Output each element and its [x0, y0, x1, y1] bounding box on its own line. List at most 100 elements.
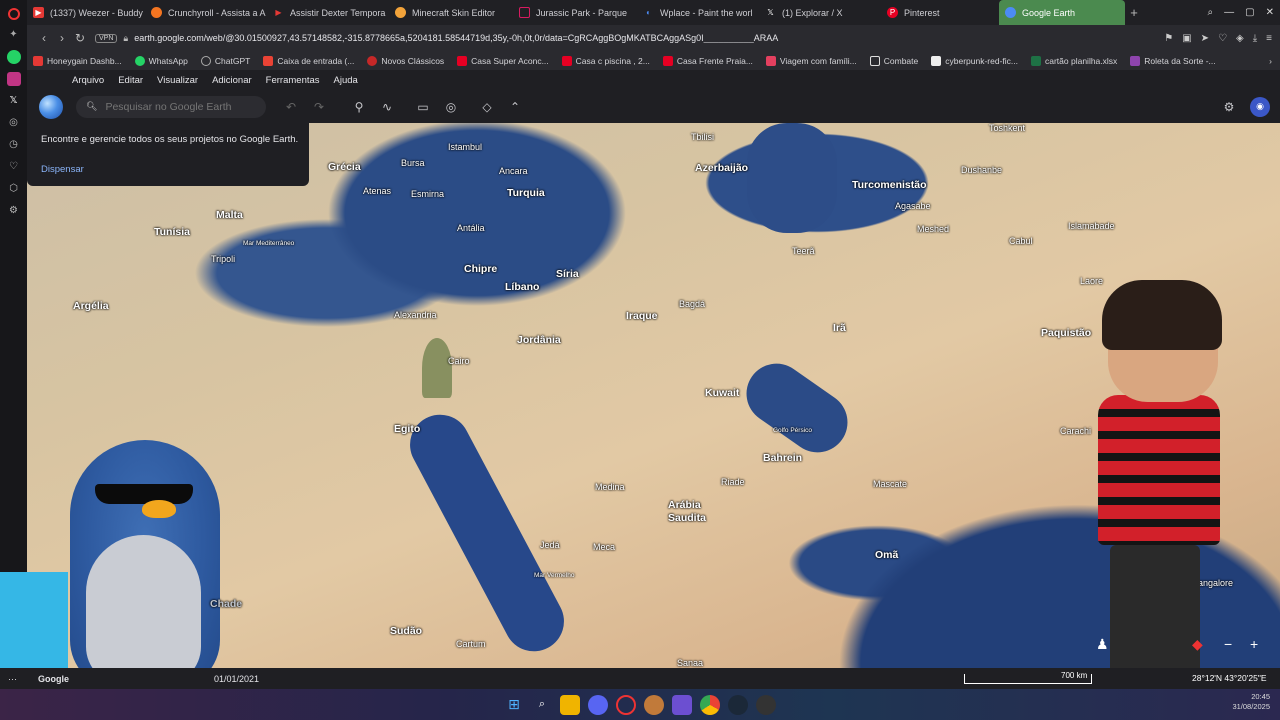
- search-input[interactable]: [105, 100, 256, 113]
- tab-wplace[interactable]: ◐ Wplace - Paint the worl: [637, 0, 759, 25]
- x-icon[interactable]: 𝕏: [7, 94, 21, 108]
- bookmark-item[interactable]: Casa c piscina , 2...: [561, 55, 650, 66]
- earth-logo-icon[interactable]: [39, 94, 63, 119]
- map-label: Paquistão: [1041, 327, 1092, 339]
- back-icon[interactable]: ‹: [35, 31, 53, 45]
- bookmark-label: Viagem com famíli...: [779, 55, 857, 66]
- close-icon[interactable]: ✕: [1266, 7, 1274, 18]
- settings-icon[interactable]: ⚙: [7, 204, 21, 218]
- bookmark-item[interactable]: Viagem com famíli...: [765, 55, 857, 66]
- player-icon[interactable]: ◎: [7, 116, 21, 130]
- collapse-icon[interactable]: ⌃: [508, 100, 522, 114]
- map-label: Atenas: [363, 186, 392, 196]
- map-label: Antália: [457, 223, 485, 233]
- app-icon[interactable]: [756, 694, 776, 715]
- layers-icon[interactable]: ◇: [480, 100, 494, 114]
- instagram-icon[interactable]: [6, 72, 21, 86]
- compass-icon[interactable]: ◆: [1192, 636, 1203, 653]
- bookmark-item[interactable]: cartão planilha.xlsx: [1031, 55, 1117, 66]
- menu-adicionar[interactable]: Adicionar: [212, 75, 252, 86]
- bookmark-item[interactable]: Casa Super Aconc...: [457, 55, 549, 66]
- dismiss-button[interactable]: Dispensar: [41, 164, 84, 175]
- search-icon[interactable]: ⌕: [532, 695, 552, 715]
- map-label: Ancara: [499, 166, 528, 176]
- tab-pinterest[interactable]: P Pinterest: [881, 0, 999, 25]
- bookmark-item[interactable]: cyberpunk-red-fic...: [931, 55, 1018, 66]
- reload-icon[interactable]: ↻: [71, 31, 89, 45]
- tab-x[interactable]: 𝕏 (1) Explorar / X: [759, 0, 881, 25]
- opera-logo-icon[interactable]: [7, 8, 20, 20]
- lock-icon[interactable]: 🔒︎: [123, 33, 128, 44]
- app-icon[interactable]: [672, 694, 692, 715]
- bookmark-item[interactable]: Combate: [869, 55, 918, 66]
- whatsapp-icon[interactable]: [6, 50, 21, 64]
- minimize-icon[interactable]: —: [1224, 7, 1234, 18]
- tab-jurassic[interactable]: Jurassic Park - Parque: [513, 0, 637, 25]
- ai-icon[interactable]: ✦: [7, 28, 21, 42]
- map-label: Turcomenistão: [852, 179, 927, 191]
- bookmark-item[interactable]: ChatGPT: [200, 55, 250, 66]
- discord-icon[interactable]: [588, 694, 608, 715]
- heart-icon[interactable]: ♡: [1218, 33, 1227, 44]
- tab-crunchyroll[interactable]: Crunchyroll - Assista a A: [145, 0, 267, 25]
- menu-arquivo[interactable]: Arquivo: [72, 75, 104, 86]
- bookmarks-icon[interactable]: ♡: [7, 160, 21, 174]
- maximize-icon[interactable]: ▢: [1245, 7, 1254, 18]
- penguin-beak: [142, 500, 176, 518]
- google-logo: Google: [38, 673, 69, 684]
- path-icon[interactable]: ∿: [380, 100, 394, 114]
- measure-icon[interactable]: ▭: [416, 100, 430, 114]
- placemark-icon[interactable]: ⚲: [352, 100, 366, 114]
- chatgpt-icon: [200, 55, 211, 66]
- map-label: Dushanbe: [961, 165, 1003, 175]
- tab-google-earth[interactable]: Google Earth: [999, 0, 1125, 25]
- tab-dexter[interactable]: ▶ Assistir Dexter Tempora: [267, 0, 389, 25]
- menu-icon[interactable]: ≡: [1266, 33, 1272, 44]
- start-icon[interactable]: ⊞: [504, 695, 524, 715]
- bookmark-item[interactable]: Casa Frente Praia...: [662, 55, 753, 66]
- more-options-icon[interactable]: ···: [8, 674, 28, 684]
- wallet-icon[interactable]: ◈: [1236, 33, 1244, 44]
- tab-label: (1) Explorar / X: [782, 7, 843, 18]
- tab-weezer[interactable]: ▶ (1337) Weezer - Buddy H: [27, 0, 145, 25]
- send-icon[interactable]: ➤: [1201, 33, 1209, 44]
- tab-minecraft[interactable]: Minecraft Skin Editor: [389, 0, 513, 25]
- extensions-icon[interactable]: ⬡: [7, 182, 21, 196]
- file-explorer-icon[interactable]: [560, 694, 580, 715]
- search-box[interactable]: 🔍︎: [76, 95, 266, 118]
- undo-icon[interactable]: ↶: [284, 100, 298, 114]
- redo-icon[interactable]: ↷: [312, 100, 326, 114]
- menu-ajuda[interactable]: Ajuda: [334, 75, 358, 86]
- opera-icon[interactable]: [616, 694, 636, 715]
- chrome-icon[interactable]: [700, 694, 720, 715]
- bookmark-item[interactable]: Novos Clássicos: [367, 55, 444, 66]
- bookmark-item[interactable]: Honeygain Dashb...: [33, 55, 122, 66]
- voyager-icon[interactable]: ◎: [444, 100, 458, 114]
- zoom-in-icon[interactable]: +: [1250, 636, 1258, 652]
- zoom-out-icon[interactable]: −: [1224, 636, 1232, 652]
- avatar[interactable]: ◉: [1250, 96, 1270, 117]
- gmail-icon: [263, 55, 274, 66]
- url-field[interactable]: earth.google.com/web/@30.01500927,43.571…: [134, 33, 1114, 43]
- search-tabs-icon[interactable]: ⌕: [1208, 7, 1214, 18]
- system-clock[interactable]: 20:45 31/08/2025: [1232, 692, 1270, 712]
- settings-gear-icon[interactable]: ⚙: [1222, 100, 1236, 114]
- bookmark-item[interactable]: Roleta da Sorte -...: [1130, 55, 1216, 66]
- snapshot-icon[interactable]: ▣: [1182, 33, 1191, 44]
- history-icon[interactable]: ◷: [7, 138, 21, 152]
- forward-icon[interactable]: ›: [53, 31, 71, 45]
- tab-label: Minecraft Skin Editor: [412, 7, 496, 18]
- bookmark-item[interactable]: WhatsApp: [134, 55, 188, 66]
- app-icon[interactable]: [644, 694, 664, 715]
- steam-icon[interactable]: [728, 694, 748, 715]
- pin-icon[interactable]: ⚑: [1164, 33, 1173, 44]
- bookmark-item[interactable]: Caixa de entrada (...: [263, 55, 354, 66]
- download-icon[interactable]: ⤓: [1253, 33, 1257, 44]
- menu-editar[interactable]: Editar: [118, 75, 143, 86]
- more-bookmarks-icon[interactable]: ›: [1269, 56, 1280, 66]
- vpn-badge[interactable]: VPN: [95, 33, 118, 43]
- new-tab-button[interactable]: +: [1125, 5, 1143, 20]
- menu-ferramentas[interactable]: Ferramentas: [266, 75, 320, 86]
- menu-visualizar[interactable]: Visualizar: [157, 75, 198, 86]
- pegman-icon[interactable]: ♟: [1096, 636, 1109, 653]
